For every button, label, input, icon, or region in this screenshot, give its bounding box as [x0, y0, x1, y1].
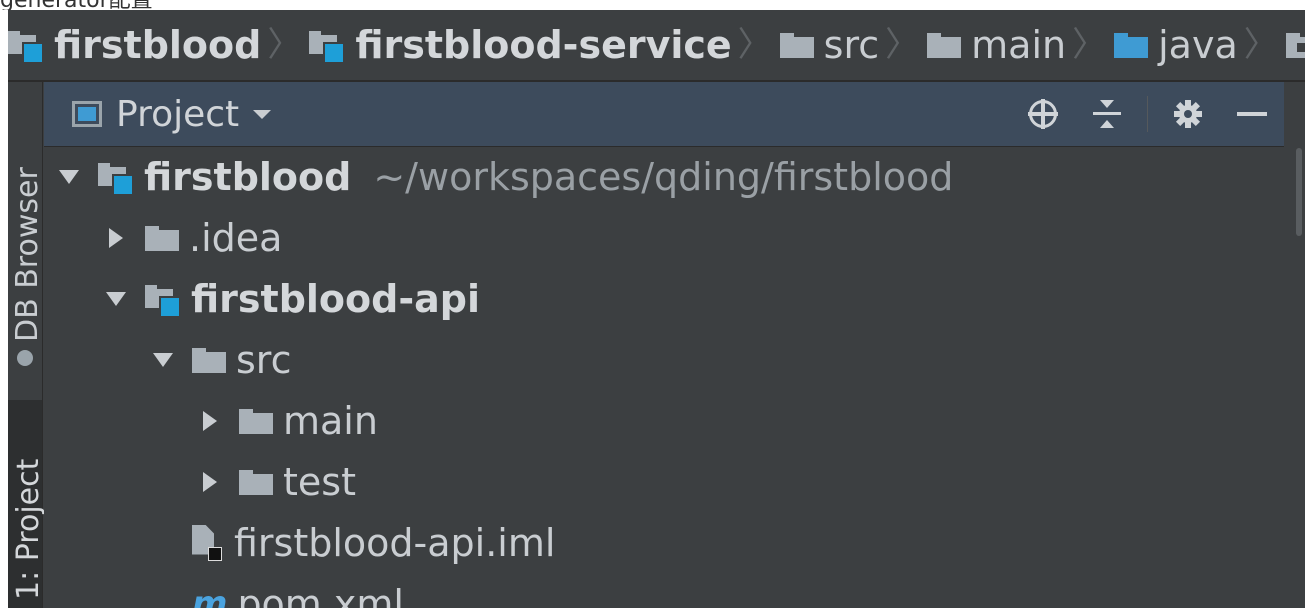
chevron-right-icon: 〉 — [885, 25, 920, 65]
maven-icon: m — [192, 583, 228, 608]
breadcrumb-item[interactable]: c — [1285, 10, 1305, 80]
project-panel: Project firstblood ~/workspaces/qding/fi… — [44, 82, 1305, 608]
chevron-down-icon — [253, 109, 272, 119]
project-panel-header: Project — [44, 82, 1284, 147]
db-browser-label: DB Browser — [10, 167, 45, 342]
breadcrumb-label: main — [971, 23, 1067, 67]
tree-node-label: src — [236, 337, 292, 382]
breadcrumb-label: firstblood-service — [355, 23, 732, 67]
module-folder-icon — [8, 30, 46, 64]
folder-icon — [927, 32, 963, 58]
breadcrumb-label: firstblood — [54, 23, 262, 67]
tree-node-label: firstblood-api.iml — [234, 520, 556, 565]
tree-node[interactable]: firstblood-api — [44, 268, 1284, 329]
tree-node[interactable]: firstblood ~/workspaces/qding/firstblood — [44, 146, 1284, 207]
minus-icon — [1237, 112, 1267, 116]
chevron-right-icon: 〉 — [1243, 25, 1278, 65]
tree-node[interactable]: main — [44, 390, 1284, 451]
tree-node[interactable]: test — [44, 451, 1284, 512]
module-folder-icon — [145, 284, 183, 318]
folder-icon — [145, 225, 181, 251]
tree-node-path: ~/workspaces/qding/firstblood — [373, 154, 954, 199]
expand-down-icon[interactable] — [105, 288, 127, 310]
source-folder-icon — [1114, 32, 1150, 58]
expand-down-icon[interactable] — [58, 166, 80, 188]
database-icon — [17, 350, 33, 366]
breadcrumb-item[interactable]: firstblood-service — [309, 10, 732, 80]
breadcrumb-label: java — [1158, 23, 1238, 67]
collapse-all-icon — [1093, 100, 1121, 128]
chevron-right-icon: 〉 — [1072, 25, 1107, 65]
tree-node[interactable]: src — [44, 329, 1284, 390]
locate-button[interactable] — [1011, 82, 1075, 146]
tree-node[interactable]: firstblood-api.iml — [44, 512, 1284, 573]
breadcrumb-item[interactable]: main — [927, 10, 1066, 80]
project-tree: firstblood ~/workspaces/qding/firstblood.… — [44, 146, 1284, 608]
page-caption: generator配置 — [0, 0, 300, 10]
scrollbar-thumb[interactable] — [1296, 148, 1302, 236]
tree-node-label: main — [283, 398, 378, 443]
gear-icon — [1174, 100, 1202, 128]
tree-node-label: firstblood — [144, 154, 352, 199]
panel-toolbar — [1011, 82, 1284, 146]
package-icon — [1285, 32, 1305, 58]
db-browser-tab[interactable]: DB Browser — [8, 82, 45, 392]
project-tab[interactable]: 1: Project — [8, 400, 46, 608]
tree-node-label: firstblood-api — [191, 276, 480, 321]
tree-node[interactable]: .idea — [44, 207, 1284, 268]
expand-right-icon[interactable] — [199, 410, 221, 432]
ide-window: firstblood 〉 firstblood-service 〉 src 〉 main 〉 j… — [8, 10, 1305, 608]
breadcrumb-item[interactable]: src — [779, 10, 880, 80]
navigation-breadcrumb: firstblood 〉 firstblood-service 〉 src 〉 main 〉 j… — [8, 10, 1305, 82]
hide-panel-button[interactable] — [1220, 82, 1284, 146]
folder-icon — [239, 408, 275, 434]
expand-right-icon[interactable] — [199, 471, 221, 493]
tree-node-label: pom.xml — [237, 581, 404, 608]
folder-icon — [192, 347, 228, 373]
module-folder-icon — [98, 162, 136, 196]
project-view-label: Project — [116, 93, 240, 135]
expand-down-icon[interactable] — [152, 349, 174, 371]
breadcrumb-item[interactable]: firstblood — [8, 10, 261, 80]
project-window-icon — [72, 101, 102, 127]
expand-right-icon[interactable] — [105, 227, 127, 249]
project-view-selector[interactable]: Project — [72, 93, 272, 135]
tree-node-label: .idea — [189, 215, 283, 260]
folder-icon — [779, 32, 816, 58]
left-tool-strip: DB Browser 1: Project — [8, 82, 46, 608]
tree-node-label: test — [283, 459, 356, 504]
breadcrumb-item[interactable]: java — [1114, 10, 1238, 80]
collapse-all-button[interactable] — [1075, 82, 1139, 146]
project-tab-label: 1: Project — [11, 458, 46, 600]
tree-node[interactable]: m pom.xml — [44, 573, 1284, 608]
iml-file-icon — [192, 524, 222, 561]
settings-button[interactable] — [1156, 82, 1220, 146]
locate-icon — [1028, 99, 1058, 129]
toolbar-divider — [1147, 96, 1148, 132]
folder-icon — [239, 469, 275, 495]
chevron-right-icon: 〉 — [267, 25, 302, 65]
chevron-right-icon: 〉 — [737, 25, 772, 65]
breadcrumb-label: src — [823, 23, 880, 67]
module-folder-icon — [309, 30, 347, 64]
